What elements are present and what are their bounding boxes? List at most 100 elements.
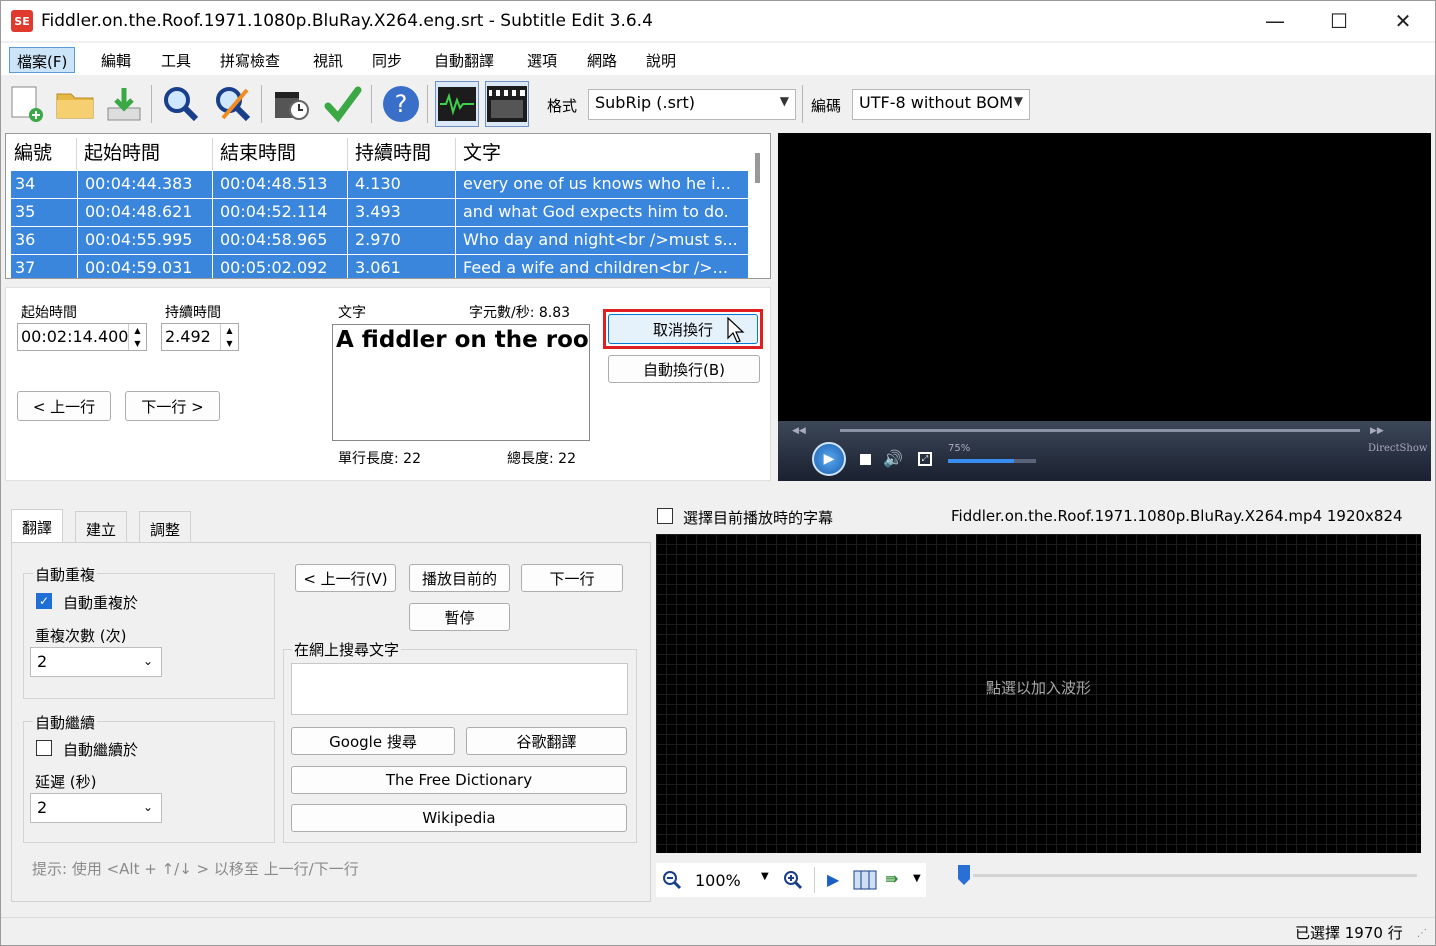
pause-button[interactable]: 暫停 — [409, 603, 510, 631]
repeat-count-select[interactable]: 2 ⌄ — [30, 647, 162, 677]
cell-number: 35 — [15, 202, 36, 221]
find-button[interactable] — [159, 81, 203, 127]
play-selection-icon[interactable]: ▶ — [827, 870, 839, 889]
free-dictionary-button[interactable]: The Free Dictionary — [291, 766, 627, 794]
maximize-button[interactable]: ☐ — [1307, 1, 1371, 41]
volume-slider[interactable] — [948, 459, 1036, 463]
seek-bar[interactable] — [840, 429, 1360, 432]
duration-input[interactable]: 2.492 ▲ ▼ — [161, 323, 239, 351]
cell-start: 00:04:55.995 — [85, 230, 193, 249]
menu-network[interactable]: 網路 — [580, 47, 624, 73]
duration-value: 2.492 — [165, 327, 211, 346]
visual-sync-button[interactable] — [269, 81, 313, 127]
split-columns-icon[interactable] — [853, 869, 877, 891]
replace-button[interactable] — [211, 81, 255, 127]
cell-duration: 4.130 — [355, 174, 401, 193]
menu-video[interactable]: 視訊 — [306, 47, 350, 73]
options-dropdown-arrow-icon[interactable]: ▼ — [913, 873, 921, 884]
download-icon — [107, 88, 141, 121]
table-row[interactable]: 35 00:04:48.621 00:04:52.114 3.493 and w… — [11, 199, 748, 226]
auto-continue-checkbox[interactable] — [36, 740, 52, 756]
search-text-input[interactable] — [291, 663, 628, 715]
forward-arrows-icon[interactable]: ⇛ — [885, 869, 898, 888]
fast-forward-icon[interactable]: ▶▶ — [1370, 426, 1384, 436]
play-button[interactable]: ▶ — [812, 442, 846, 476]
auto-break-button[interactable]: 自動換行(B) — [608, 355, 760, 383]
column-header-start[interactable]: 起始時間 — [84, 138, 160, 170]
menu-help[interactable]: 說明 — [639, 47, 683, 73]
encoding-dropdown[interactable]: UTF-8 without BOM ▼ — [852, 89, 1030, 120]
volume-fill — [948, 459, 1014, 463]
cell-text: every one of us knows who he i... — [463, 174, 731, 193]
column-header-end[interactable]: 結束時間 — [220, 138, 296, 170]
prev-line-v-button[interactable]: < 上一行(V) — [295, 564, 396, 592]
play-current-button[interactable]: 播放目前的 — [409, 564, 510, 592]
menu-spellcheck[interactable]: 拼寫檢查 — [213, 47, 287, 73]
menu-bar: 檔案(F) 編輯 工具 拼寫檢查 視訊 同步 自動翻譯 選項 網路 說明 — [1, 43, 1435, 75]
save-file-button[interactable] — [102, 81, 146, 127]
spinner-arrows-icon[interactable]: ▲ ▼ — [220, 324, 238, 350]
menu-file[interactable]: 檔案(F) — [9, 47, 76, 73]
minimize-button[interactable]: — — [1243, 1, 1307, 41]
resize-grip-icon[interactable]: ⋰ — [1417, 928, 1427, 939]
prev-line-button[interactable]: < 上一行 — [17, 391, 111, 421]
svg-text:?: ? — [395, 90, 408, 118]
start-time-input[interactable]: 00:02:14.400 ▲ ▼ — [17, 323, 147, 351]
menu-tools[interactable]: 工具 — [154, 47, 198, 73]
delay-select[interactable]: 2 ⌄ — [30, 793, 162, 823]
table-row[interactable]: 34 00:04:44.383 00:04:48.513 4.130 every… — [11, 171, 748, 198]
zoom-out-icon[interactable] — [662, 870, 682, 890]
zoom-in-icon[interactable] — [783, 870, 803, 890]
menu-options[interactable]: 選項 — [520, 47, 564, 73]
stop-button[interactable] — [860, 454, 871, 465]
menu-sync[interactable]: 同步 — [365, 47, 409, 73]
help-icon: ? — [383, 86, 419, 122]
open-file-button[interactable] — [53, 81, 97, 127]
select-current-subtitle-label: 選擇目前播放時的字幕 — [683, 509, 834, 527]
tab-create[interactable]: 建立 — [75, 511, 128, 545]
video-file-info: Fiddler.on.the.Roof.1971.1080p.BluRay.X2… — [951, 507, 1403, 525]
google-translate-button[interactable]: 谷歌翻譯 — [466, 727, 627, 755]
menu-auto-translate[interactable]: 自動翻譯 — [427, 47, 501, 73]
fullscreen-button[interactable]: ⤢ — [918, 452, 932, 466]
next-line-button[interactable]: 下一行 > — [125, 391, 220, 421]
table-row[interactable]: 36 00:04:55.995 00:04:58.965 2.970 Who d… — [11, 227, 748, 254]
zoom-dropdown-arrow-icon[interactable]: ▼ — [761, 871, 769, 882]
column-header-text[interactable]: 文字 — [463, 138, 501, 170]
select-current-subtitle-checkbox[interactable] — [657, 508, 673, 524]
cell-duration: 3.061 — [355, 258, 401, 277]
subtitle-grid[interactable]: 編號 起始時間 結束時間 持續時間 文字 34 00:04:44.383 00:… — [5, 133, 771, 279]
menu-edit[interactable]: 編輯 — [94, 47, 138, 73]
encoding-value: UTF-8 without BOM — [859, 93, 1014, 112]
spinner-arrows-icon[interactable]: ▲ ▼ — [128, 324, 146, 350]
column-header-duration[interactable]: 持續時間 — [355, 138, 431, 170]
mouse-cursor-icon — [727, 317, 745, 343]
film-icon — [487, 86, 527, 122]
grid-scrollbar[interactable] — [755, 153, 760, 183]
waveform-position-thumb[interactable] — [958, 865, 970, 885]
speaker-icon[interactable]: 🔊 — [883, 449, 903, 468]
wikipedia-button[interactable]: Wikipedia — [291, 804, 627, 832]
repeat-count-label: 重複次數 (次) — [35, 627, 127, 645]
column-header-number[interactable]: 編號 — [14, 138, 52, 170]
tab-adjust[interactable]: 調整 — [139, 511, 192, 545]
subtitle-text-editor[interactable]: A fiddler on the roof. — [332, 324, 590, 441]
waveform-position-track[interactable] — [973, 874, 1417, 877]
spellcheck-button[interactable] — [321, 81, 365, 127]
new-file-button[interactable] — [5, 81, 49, 127]
help-button[interactable]: ? — [379, 81, 423, 127]
format-dropdown[interactable]: SubRip (.srt) ▼ — [588, 89, 796, 120]
rewind-icon[interactable]: ◀◀ — [792, 426, 806, 436]
auto-repeat-checkbox[interactable]: ✓ — [36, 593, 52, 609]
waveform-area[interactable]: 點選以加入波形 — [656, 534, 1421, 853]
status-selected-count: 已選擇 1970 行 — [1295, 924, 1403, 942]
tab-translate[interactable]: 翻譯 — [11, 509, 64, 545]
google-search-button[interactable]: Google 搜尋 — [291, 727, 455, 755]
toggle-waveform-button[interactable] — [435, 81, 479, 127]
close-button[interactable]: ✕ — [1371, 1, 1435, 41]
toggle-video-button[interactable] — [485, 81, 529, 127]
table-row[interactable]: 37 00:04:59.031 00:05:02.092 3.061 Feed … — [11, 255, 748, 278]
duration-label: 持續時間 — [165, 305, 221, 321]
chevron-down-icon: ⌄ — [142, 654, 153, 668]
next-line-lower-button[interactable]: 下一行 — [521, 564, 623, 592]
